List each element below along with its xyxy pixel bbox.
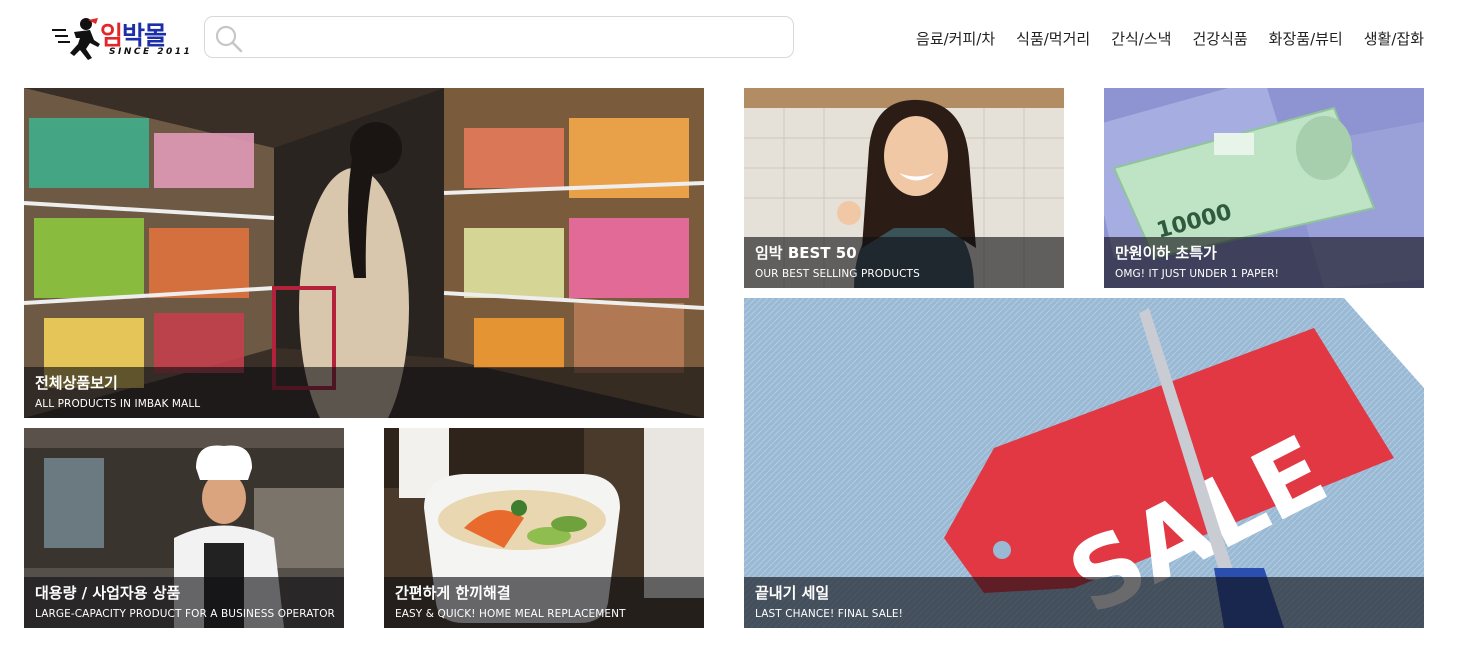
nav-item-living[interactable]: 생활/잡화 (1364, 28, 1424, 49)
tile-subtitle: OMG! IT JUST UNDER 1 PAPER! (1115, 268, 1279, 280)
tile-all-products[interactable]: 전체상품보기 ALL PRODUCTS IN IMBAK MALL (24, 88, 704, 418)
tile-title: 끝내기 세일 (755, 584, 830, 602)
tile-caption: 만원이하 초특가 OMG! IT JUST UNDER 1 PAPER! (1104, 237, 1424, 288)
tile-subtitle: EASY & QUICK! HOME MEAL REPLACEMENT (395, 608, 626, 620)
tile-final-sale[interactable]: SALE 끝내기 세일 LAST CHANCE! FINAL SALE! (744, 298, 1424, 628)
tile-title: 대용량 / 사업자용 상품 (35, 584, 181, 602)
nav-item-snack[interactable]: 간식/스낵 (1111, 28, 1171, 49)
search-icon[interactable] (213, 23, 245, 55)
tile-caption: 간편하게 한끼해결 EASY & QUICK! HOME MEAL REPLAC… (384, 577, 704, 628)
tile-bulk-business[interactable]: 대용량 / 사업자용 상품 LARGE-CAPACITY PRODUCT FOR… (24, 428, 344, 628)
nav-item-beauty[interactable]: 화장품/뷰티 (1269, 28, 1343, 49)
runner-logo-icon (52, 18, 100, 60)
nav-item-health[interactable]: 건강식품 (1192, 28, 1247, 49)
tile-home-meal[interactable]: 간편하게 한끼해결 EASY & QUICK! HOME MEAL REPLAC… (384, 428, 704, 628)
tile-title: 만원이하 초특가 (1115, 244, 1217, 262)
search-bar[interactable] (204, 16, 794, 58)
nav-item-food[interactable]: 식품/먹거리 (1016, 28, 1090, 49)
tile-caption: 임박 BEST 50 OUR BEST SELLING PRODUCTS (744, 237, 1064, 288)
tile-title: 임박 BEST 50 (755, 244, 857, 262)
tile-caption: 대용량 / 사업자용 상품 LARGE-CAPACITY PRODUCT FOR… (24, 577, 344, 628)
tile-best-50[interactable]: 임박 BEST 50 OUR BEST SELLING PRODUCTS (744, 88, 1064, 288)
tile-subtitle: ALL PRODUCTS IN IMBAK MALL (35, 398, 201, 410)
tile-subtitle: LAST CHANCE! FINAL SALE! (755, 608, 903, 620)
tile-title: 간편하게 한끼해결 (395, 584, 511, 602)
tile-subtitle: OUR BEST SELLING PRODUCTS (755, 268, 920, 280)
site-logo[interactable]: 임박몰 SINCE 2011 (52, 16, 192, 62)
tile-subtitle: LARGE-CAPACITY PRODUCT FOR A BUSINESS OP… (35, 608, 335, 620)
tile-under-10000[interactable]: 10000 만원이하 초특가 OMG! IT JUST UNDER 1 PAPE… (1104, 88, 1424, 288)
logo-text: 임박몰 (100, 21, 167, 50)
tile-title: 전체상품보기 (35, 374, 118, 392)
search-input[interactable] (251, 23, 785, 53)
nav-item-beverage[interactable]: 음료/커피/차 (916, 28, 995, 49)
logo-since-text: SINCE 2011 (109, 47, 193, 57)
tile-caption: 끝내기 세일 LAST CHANCE! FINAL SALE! (744, 577, 1424, 628)
tile-caption: 전체상품보기 ALL PRODUCTS IN IMBAK MALL (24, 367, 704, 418)
category-nav: 음료/커피/차 식품/먹거리 간식/스낵 건강식품 화장품/뷰티 생활/잡화 (916, 28, 1424, 49)
